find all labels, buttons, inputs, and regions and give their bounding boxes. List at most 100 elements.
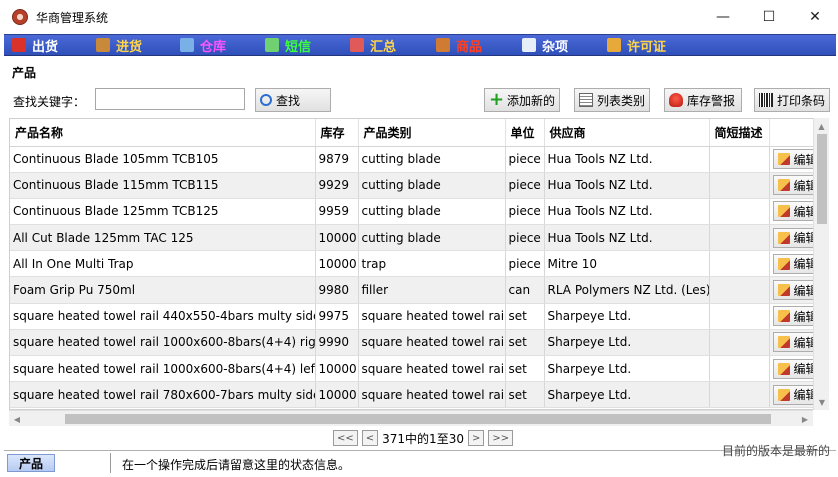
- maximize-button[interactable]: ☐: [746, 0, 792, 34]
- cell-supplier: Mitre 10: [544, 250, 710, 278]
- status-bar: 产品 在一个操作完成后请留意这里的状态信息。: [4, 450, 836, 474]
- horizontal-scrollbar[interactable]: ◀ ▶: [9, 410, 813, 426]
- horizontal-scroll-thumb[interactable]: [65, 414, 771, 424]
- menu-item-label: 杂项: [542, 39, 569, 55]
- status-tab-products[interactable]: 产品: [7, 454, 55, 472]
- cell-stock: 10000: [315, 355, 359, 383]
- cell-category: cutting blade: [358, 224, 506, 252]
- table-row[interactable]: square heated towel rail 1000x600-8bars(…: [10, 329, 828, 357]
- scroll-up-arrow-icon[interactable]: ▲: [814, 118, 829, 134]
- cell-stock: 10000: [315, 224, 359, 252]
- column-header-0[interactable]: 产品名称: [10, 119, 316, 147]
- cell-desc: [709, 355, 770, 383]
- table-row[interactable]: Continuous Blade 125mm TCB125 9959 cutting…: [10, 198, 828, 226]
- vertical-scroll-thumb[interactable]: [817, 134, 827, 224]
- cell-unit: can: [505, 276, 545, 304]
- alarm-bell-icon: [669, 93, 683, 107]
- cell-unit: set: [505, 355, 545, 383]
- cell-unit: set: [505, 381, 545, 409]
- cell-category: cutting blade: [358, 198, 506, 226]
- column-header-2[interactable]: 产品类别: [358, 119, 506, 147]
- cell-desc: [709, 303, 770, 330]
- main-menu-bar: 出货 进货 仓库 短信 汇总 商品 杂项 许可证: [4, 34, 836, 56]
- search-input[interactable]: [95, 88, 245, 110]
- cell-category: cutting blade: [358, 146, 506, 173]
- list-categories-button[interactable]: 列表类别: [574, 88, 650, 112]
- menu-item-5[interactable]: 商品: [428, 34, 514, 56]
- warehouse-icon: [180, 38, 194, 52]
- cell-supplier: Hua Tools NZ Ltd.: [544, 224, 710, 252]
- magnifier-icon: [260, 94, 272, 106]
- table-header-row: 产品名称 库存 产品类别 单位 供应商 简短描述: [10, 119, 828, 147]
- column-header-1[interactable]: 库存: [315, 119, 359, 147]
- cell-supplier: Sharpeye Ltd.: [544, 381, 710, 409]
- print-barcode-button[interactable]: 打印条码: [754, 88, 830, 112]
- column-header-3[interactable]: 单位: [505, 119, 545, 147]
- cell-supplier: RLA Polymers NZ Ltd. (Les): [544, 276, 710, 304]
- next-page-button[interactable]: >: [467, 430, 485, 446]
- column-header-4[interactable]: 供应商: [544, 119, 710, 147]
- menu-item-label: 短信: [285, 39, 312, 55]
- pencil-icon: [777, 310, 790, 323]
- table-row[interactable]: All Cut Blade 125mm TAC 125 10000 cutting …: [10, 224, 828, 252]
- scroll-left-arrow-icon[interactable]: ◀: [9, 411, 25, 427]
- pencil-icon: [777, 179, 790, 192]
- scroll-down-arrow-icon[interactable]: ▼: [814, 394, 830, 410]
- product-toolbar: 查找关键字： 查找 + 添加新的 列表类别 库存警报 打印条码: [0, 86, 838, 114]
- menu-item-6[interactable]: 杂项: [514, 34, 599, 56]
- cell-desc: [709, 146, 770, 173]
- search-button[interactable]: 查找: [255, 88, 331, 112]
- list-icon: [579, 93, 593, 107]
- pencil-icon: [777, 257, 790, 270]
- cell-stock: 9929: [315, 172, 359, 199]
- menu-item-4[interactable]: 汇总: [342, 34, 428, 56]
- cell-name: All Cut Blade 125mm TAC 125: [10, 224, 316, 252]
- cell-name: Continuous Blade 105mm TCB105: [10, 146, 316, 173]
- menu-item-0[interactable]: 出货: [4, 34, 88, 56]
- table-row[interactable]: square heated towel rail 1000x600-8bars(…: [10, 355, 828, 383]
- cell-supplier: Hua Tools NZ Ltd.: [544, 146, 710, 173]
- pencil-icon: [777, 153, 790, 166]
- menu-item-7[interactable]: 许可证: [599, 34, 697, 56]
- status-divider: [110, 453, 111, 473]
- pencil-icon: [777, 284, 790, 297]
- cell-category: square heated towel rail: [358, 355, 506, 383]
- box-icon: [96, 38, 110, 52]
- cell-category: filler: [358, 276, 506, 304]
- pencil-icon: [777, 231, 790, 244]
- table-row[interactable]: Continuous Blade 115mm TCB115 9929 cutting…: [10, 172, 828, 199]
- scroll-right-arrow-icon[interactable]: ▶: [797, 411, 813, 427]
- cell-name: square heated towel rail 780x600-7bars m…: [10, 381, 316, 409]
- cell-desc: [709, 381, 770, 409]
- app-logo-icon: [12, 9, 28, 25]
- cell-supplier: Sharpeye Ltd.: [544, 355, 710, 383]
- table-row[interactable]: square heated towel rail 440x550-4bars m…: [10, 303, 828, 330]
- prev-page-button[interactable]: <: [361, 430, 379, 446]
- vertical-scrollbar[interactable]: ▲ ▼: [813, 118, 829, 410]
- message-icon: [265, 38, 279, 52]
- section-title: 产品: [12, 66, 37, 80]
- table-row[interactable]: square heated towel rail 780x600-7bars m…: [10, 381, 828, 409]
- table-row[interactable]: Continuous Blade 105mm TCB105 9879 cutting…: [10, 146, 828, 173]
- first-page-button[interactable]: <<: [333, 430, 358, 446]
- close-button[interactable]: ✕: [792, 0, 838, 34]
- add-new-button[interactable]: + 添加新的: [484, 88, 560, 112]
- last-page-button[interactable]: >>: [488, 430, 514, 446]
- cell-unit: set: [505, 329, 545, 357]
- menu-item-2[interactable]: 仓库: [172, 34, 257, 56]
- menu-item-3[interactable]: 短信: [257, 34, 342, 56]
- table-row[interactable]: Foam Grip Pu 750ml 9980 filler can RLA Polym…: [10, 276, 828, 304]
- search-label: 查找关键字：: [13, 95, 86, 109]
- cell-desc: [709, 198, 770, 226]
- menu-item-1[interactable]: 进货: [88, 34, 172, 56]
- cell-unit: piece: [505, 250, 545, 278]
- cell-stock: 9959: [315, 198, 359, 226]
- stock-alert-button[interactable]: 库存警报: [664, 88, 742, 112]
- cell-name: square heated towel rail 440x550-4bars m…: [10, 303, 316, 330]
- truck-icon: [12, 38, 26, 52]
- column-header-5[interactable]: 简短描述: [709, 119, 770, 147]
- menu-item-label: 出货: [32, 39, 59, 55]
- minimize-button[interactable]: —: [700, 0, 746, 34]
- table-row[interactable]: All In One Multi Trap 10000 trap piece Mitre…: [10, 250, 828, 278]
- cell-unit: piece: [505, 224, 545, 252]
